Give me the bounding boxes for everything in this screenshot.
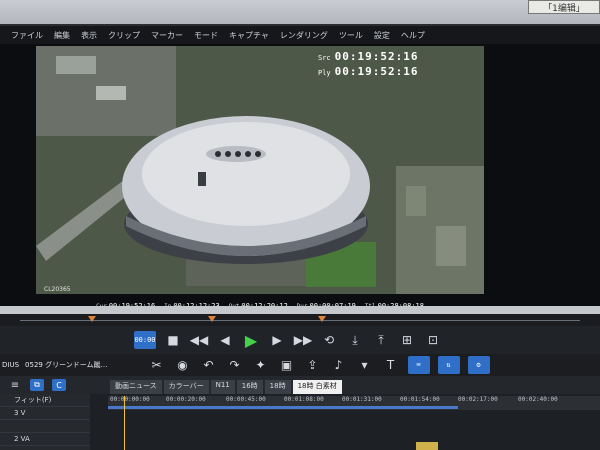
menu-item-edit[interactable]: 編集 bbox=[54, 30, 70, 41]
camera-icon[interactable]: ◉ bbox=[174, 356, 192, 374]
rewind-icon[interactable]: ◀◀ bbox=[190, 331, 208, 349]
effects-icon[interactable]: ✦ bbox=[252, 356, 270, 374]
set-in-icon[interactable]: ⤓ bbox=[346, 331, 364, 349]
sync-icon[interactable]: ⇅ bbox=[437, 356, 460, 374]
project-name: 0529 グリーンドーム蹴… bbox=[25, 361, 108, 369]
out-marker[interactable] bbox=[318, 316, 326, 322]
tab-sequence-4[interactable]: 16時 bbox=[236, 380, 263, 394]
menu-item-view[interactable]: 表示 bbox=[81, 30, 97, 41]
in-marker[interactable] bbox=[88, 316, 96, 322]
menu-item-render[interactable]: レンダリング bbox=[280, 30, 328, 41]
video-preview[interactable] bbox=[36, 46, 484, 294]
ruler-tick: 00:01:31:00 bbox=[342, 396, 382, 403]
sticky-note: 「1编辑」 bbox=[528, 0, 600, 14]
track-fit-label[interactable]: フィット(F) bbox=[0, 394, 90, 407]
monitor-frame: 「1编辑」 ファイル 編集 表示 クリップ マーカー モード キャプチャ レンダ… bbox=[0, 0, 600, 450]
menu-item-settings[interactable]: 設定 bbox=[374, 30, 390, 41]
tab-sequence-1[interactable]: 動画ニュース bbox=[110, 380, 162, 394]
timecode-mode-button[interactable]: 00:00 bbox=[134, 331, 156, 349]
tab-sequence-5[interactable]: 18時 bbox=[264, 380, 291, 394]
title-icon[interactable]: T bbox=[382, 356, 400, 374]
set-out-icon[interactable]: ⤒ bbox=[372, 331, 390, 349]
timeline-toolbar: DIUS 0529 グリーンドーム蹴… ✂ ◉ ↶ ↷ ✦ ▣ ⇪ ♪ ▾ T … bbox=[0, 354, 600, 376]
menu-item-help[interactable]: ヘルプ bbox=[401, 30, 425, 41]
sequence-tabs: 動画ニュース カラーバー N11 16時 18時 18時 白素材 bbox=[110, 380, 344, 394]
undo-icon[interactable]: ↶ bbox=[200, 356, 218, 374]
clip-id-label: CL20365 bbox=[44, 286, 71, 293]
ruler-tick: 00:00:20:00 bbox=[166, 396, 206, 403]
tab-sequence-2[interactable]: カラーバー bbox=[163, 380, 209, 394]
copy-icon[interactable]: C bbox=[52, 379, 66, 391]
monitor-bezel bbox=[0, 306, 600, 314]
overwrite-icon[interactable]: ⊡ bbox=[424, 331, 442, 349]
menu-bar: ファイル 編集 表示 クリップ マーカー モード キャプチャ レンダリング ツー… bbox=[0, 26, 600, 44]
track-2va-label[interactable]: 2 VA bbox=[0, 433, 90, 446]
src-timecode: 00:19:52:16 bbox=[334, 50, 419, 63]
redo-icon[interactable]: ↷ bbox=[226, 356, 244, 374]
menu-item-mode[interactable]: モード bbox=[194, 30, 218, 41]
in-out-range bbox=[108, 406, 458, 409]
tab-sequence-3[interactable]: N11 bbox=[210, 380, 235, 394]
transport-bar: 00:00 ■ ◀◀ ◀ ▶ ▶ ▶▶ ⟲ ⤓ ⤒ ⊞ ⊡ bbox=[0, 326, 600, 354]
save-icon[interactable]: ▣ bbox=[278, 356, 296, 374]
audio-icon[interactable]: ♪ bbox=[330, 356, 348, 374]
export-icon[interactable]: ⇪ bbox=[304, 356, 322, 374]
ruler-tick: 00:02:40:00 bbox=[518, 396, 558, 403]
step-back-icon[interactable]: ◀ bbox=[216, 331, 234, 349]
loop-icon[interactable]: ⟲ bbox=[320, 331, 338, 349]
ruler-tick: 00:01:08:00 bbox=[284, 396, 324, 403]
play-icon[interactable]: ▶ bbox=[242, 331, 260, 350]
menu-item-capture[interactable]: キャプチャ bbox=[229, 30, 269, 41]
link-icon[interactable]: ⧉ bbox=[30, 379, 44, 391]
ply-label: Ply bbox=[318, 69, 331, 77]
step-forward-icon[interactable]: ▶ bbox=[268, 331, 286, 349]
keyboard-icon[interactable]: ⌨ bbox=[407, 356, 430, 374]
ruler-tick: 00:01:54:00 bbox=[400, 396, 440, 403]
timeline-playhead[interactable] bbox=[124, 396, 125, 450]
timecode-overlay: Src 00:19:52:16 Ply 00:19:52:16 bbox=[318, 50, 419, 80]
seek-bar[interactable] bbox=[0, 314, 600, 326]
track-empty-label bbox=[0, 420, 90, 433]
ruler-tick: 00:00:00:00 bbox=[110, 396, 150, 403]
ruler-tick: 00:02:17:00 bbox=[458, 396, 498, 403]
menu-item-file[interactable]: ファイル bbox=[11, 30, 43, 41]
menu-item-tools[interactable]: ツール bbox=[339, 30, 363, 41]
ply-timecode: 00:19:52:16 bbox=[334, 65, 419, 78]
timeline-clip[interactable] bbox=[416, 442, 438, 450]
menu-item-clip[interactable]: クリップ bbox=[108, 30, 140, 41]
fast-forward-icon[interactable]: ▶▶ bbox=[294, 331, 312, 349]
marker-icon[interactable]: ▾ bbox=[356, 356, 374, 374]
track-tool-icon[interactable]: ≡ bbox=[8, 379, 22, 391]
track-3v-label[interactable]: 3 V bbox=[0, 407, 90, 420]
app-name: DIUS bbox=[2, 361, 20, 369]
track-headers: フィット(F) 3 V 2 VA bbox=[0, 394, 90, 450]
seek-track bbox=[20, 320, 580, 321]
ruler-tick: 00:00:45:00 bbox=[226, 396, 266, 403]
tab-sequence-6[interactable]: 18時 白素材 bbox=[292, 380, 342, 394]
src-label: Src bbox=[318, 54, 331, 62]
stop-icon[interactable]: ■ bbox=[164, 331, 182, 349]
wall-background bbox=[0, 0, 600, 24]
menu-item-marker[interactable]: マーカー bbox=[151, 30, 183, 41]
insert-icon[interactable]: ⊞ bbox=[398, 331, 416, 349]
scissors-icon[interactable]: ✂ bbox=[148, 356, 166, 374]
playhead-marker[interactable] bbox=[208, 316, 216, 322]
settings-icon[interactable]: ⚙ bbox=[467, 356, 490, 374]
stadium-aerial-image bbox=[36, 46, 484, 294]
